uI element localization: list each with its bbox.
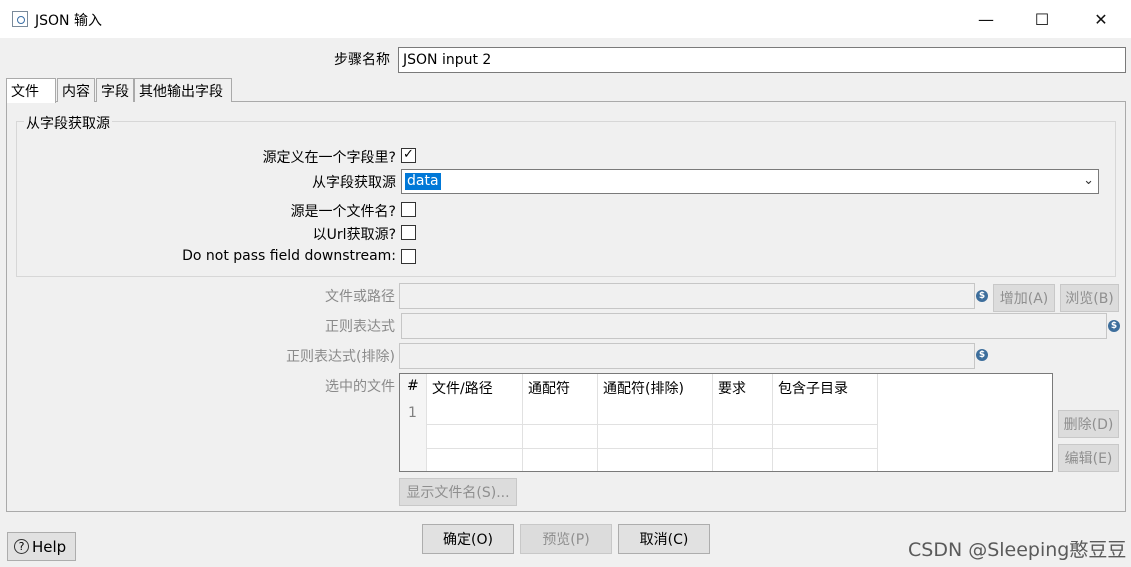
variable-icon: $ [976,290,988,302]
tab-file[interactable]: 文件 [6,78,56,103]
get-from-field-select[interactable]: data ⌄ [401,169,1099,194]
selected-files-table[interactable]: # 文件/路径 通配符 通配符(排除) 要求 包含子目录 1 [399,373,1053,472]
do-not-pass-label: Do not pass field downstream: [182,248,396,264]
source-in-field-label: 源定义在一个字段里? [262,150,396,166]
variable-icon: $ [1108,320,1120,332]
delete-button[interactable]: 删除(D) [1058,410,1119,438]
minimize-button[interactable]: — [963,0,1009,38]
step-name-label: 步骤名称 [334,52,390,68]
help-label: Help [32,537,67,556]
read-url-label: 以Url获取源? [312,227,396,243]
edit-button[interactable]: 编辑(E) [1058,444,1119,472]
table-header[interactable]: # [407,378,419,394]
window-title: JSON 输入 [35,13,102,29]
regex-exclude-input[interactable] [399,343,975,369]
preview-button[interactable]: 预览(P) [520,524,612,554]
title-bar [0,0,1131,38]
tab-fields[interactable]: 字段 [96,78,134,102]
variable-icon: $ [976,349,988,361]
read-url-checkbox[interactable] [401,225,416,240]
watermark: CSDN @Sleeping憨豆豆 [908,539,1127,561]
do-not-pass-checkbox[interactable] [401,249,416,264]
help-icon: ? [14,539,29,554]
selected-files-label: 选中的文件 [325,379,395,395]
add-button[interactable]: 增加(A) [993,284,1055,312]
chevron-down-icon[interactable]: ⌄ [1083,173,1094,188]
browse-button[interactable]: 浏览(B) [1060,284,1119,312]
source-group-title: 从字段获取源 [24,113,112,133]
get-from-field-label: 从字段获取源 [312,175,396,191]
ok-button[interactable]: 确定(O) [422,524,514,554]
table-header[interactable]: 通配符(排除) [603,378,684,398]
file-or-dir-label: 文件或路径 [325,289,395,305]
close-button[interactable]: ✕ [1078,0,1124,38]
app-icon [12,11,28,27]
source-is-filename-label: 源是一个文件名? [290,204,396,220]
step-name-input[interactable]: JSON input 2 [398,47,1126,73]
file-or-dir-input[interactable] [399,283,975,309]
regex-input[interactable] [401,313,1107,339]
regex-exclude-label: 正则表达式(排除) [286,349,395,365]
tab-content[interactable]: 内容 [57,78,95,102]
tab-additional-output-fields[interactable]: 其他输出字段 [134,78,232,102]
check-icon: ✓ [403,147,414,162]
table-header[interactable]: 文件/路径 [432,378,493,398]
table-header[interactable]: 要求 [718,378,746,398]
show-filenames-button[interactable]: 显示文件名(S)... [399,478,517,506]
table-header[interactable]: 包含子目录 [778,378,848,398]
get-from-field-value: data [405,173,441,190]
cancel-button[interactable]: 取消(C) [618,524,710,554]
help-button[interactable]: ? Help [7,532,76,561]
maximize-button[interactable]: ☐ [1019,0,1065,38]
table-row-number: 1 [408,405,417,421]
table-header[interactable]: 通配符 [528,378,570,398]
source-is-filename-checkbox[interactable] [401,202,416,217]
regex-label: 正则表达式 [325,319,395,335]
source-in-field-checkbox[interactable]: ✓ [401,148,416,163]
